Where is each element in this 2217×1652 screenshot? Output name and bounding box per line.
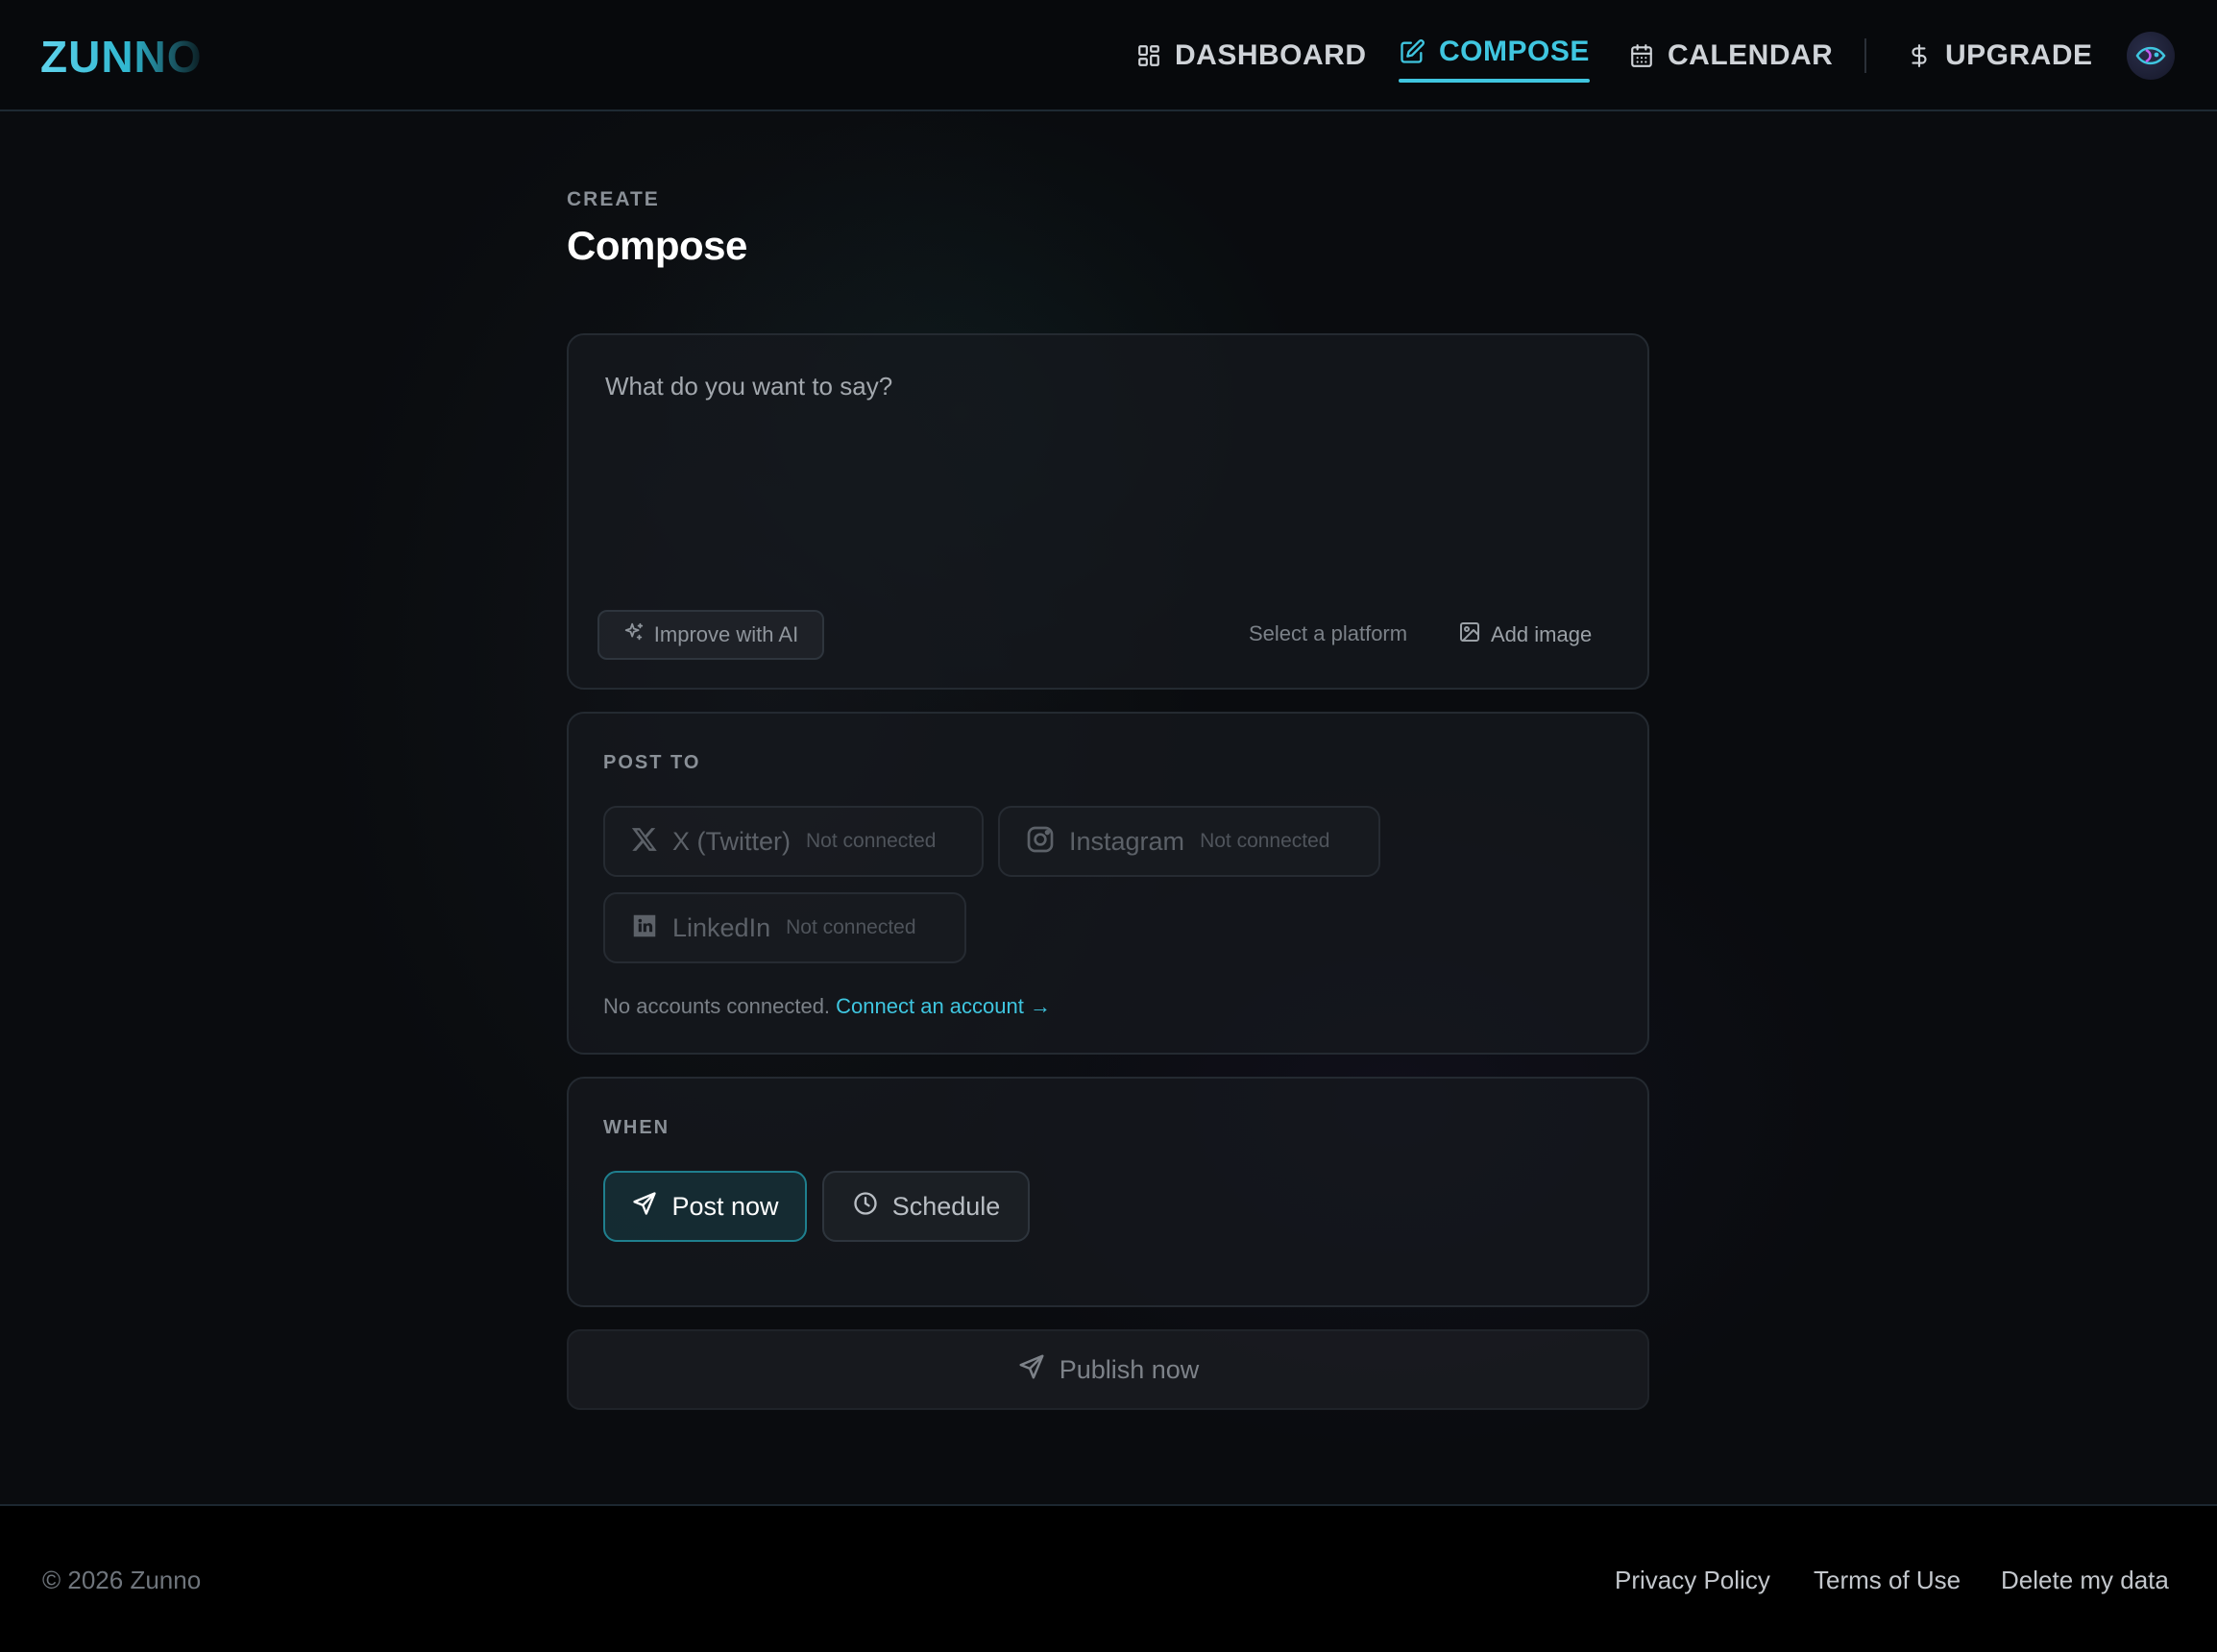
avatar[interactable] [2127,32,2175,80]
section-label: CREATE [567,188,660,210]
when-label: WHEN [603,1117,670,1138]
instagram-icon [1025,824,1056,860]
improve-with-ai-button[interactable]: Improve with AI [597,610,824,660]
nav-compose[interactable]: COMPOSE [1399,23,1590,83]
logo[interactable]: ZUNNO [40,31,203,83]
nav-dashboard-label: DASHBOARD [1175,39,1367,71]
platform-chip-instagram[interactable]: Instagram Not connected [998,806,1380,877]
calendar-icon [1629,43,1654,68]
footer: © 2026 Zunno Privacy Policy Terms of Use… [0,1504,2217,1652]
publish-now-button[interactable]: Publish now [567,1329,1649,1410]
sparkle-icon [623,621,645,648]
nav-dashboard[interactable]: DASHBOARD [1136,27,1367,85]
no-accounts-message: No accounts connected. Connect an accoun… [603,994,1051,1019]
nav-upgrade[interactable]: UPGRADE [1907,27,2093,85]
delete-my-data-link[interactable]: Delete my data [2001,1566,2169,1595]
select-platform-hint: Select a platform [1249,621,1408,645]
top-navbar: ZUNNO DASHBOARD COMPOSE CALENDAR UPGRADE [0,0,2217,111]
edit-icon [1399,38,1425,65]
schedule-label: Schedule [891,1191,1001,1221]
post-now-label: Post now [671,1191,779,1221]
page-title: Compose [567,223,747,268]
add-image-label: Add image [1491,622,1593,646]
send-icon [1017,1352,1046,1388]
platform-chip-x[interactable]: X (Twitter) Not connected [603,806,984,877]
compose-textarea[interactable] [603,370,1616,604]
image-icon [1458,620,1481,649]
post-now-button[interactable]: Post now [603,1171,807,1242]
linkedin-icon [630,911,659,945]
when-card: WHEN Post now Schedule [567,1077,1649,1307]
compose-card: Improve with AI Select a platform Add im… [567,333,1649,690]
post-to-card: POST TO X (Twitter) Not connected Instag… [567,712,1649,1055]
platform-name: X (Twitter) [672,826,792,856]
improve-with-ai-label: Improve with AI [653,622,799,646]
nav-calendar[interactable]: CALENDAR [1629,27,1833,85]
x-twitter-icon [630,825,659,859]
no-accounts-text: No accounts connected. [603,994,831,1018]
terms-of-use-link[interactable]: Terms of Use [1814,1566,1961,1595]
nav-upgrade-label: UPGRADE [1945,39,2093,71]
nav-compose-label: COMPOSE [1439,36,1590,67]
post-to-label: POST TO [603,752,701,773]
send-icon [631,1190,658,1224]
grid-icon [1136,43,1161,68]
nav-calendar-label: CALENDAR [1668,39,1834,71]
privacy-policy-link[interactable]: Privacy Policy [1615,1566,1770,1595]
platform-chip-linkedin[interactable]: LinkedIn Not connected [603,892,966,963]
platform-status: Not connected [786,916,916,938]
add-image-button[interactable]: Add image [1458,614,1592,656]
platform-name: LinkedIn [672,912,771,942]
schedule-button[interactable]: Schedule [822,1171,1030,1242]
platform-name: Instagram [1069,826,1185,856]
publish-now-label: Publish now [1059,1354,1200,1384]
connect-account-link[interactable]: Connect an account → [836,994,1051,1018]
platform-status: Not connected [1200,830,1330,852]
platform-status: Not connected [806,830,937,852]
clock-icon [852,1190,879,1224]
dollar-icon [1907,42,1932,69]
copyright: © 2026 Zunno [42,1566,202,1594]
nav-divider [1864,38,1866,73]
avatar-fish-icon [2135,46,2166,65]
